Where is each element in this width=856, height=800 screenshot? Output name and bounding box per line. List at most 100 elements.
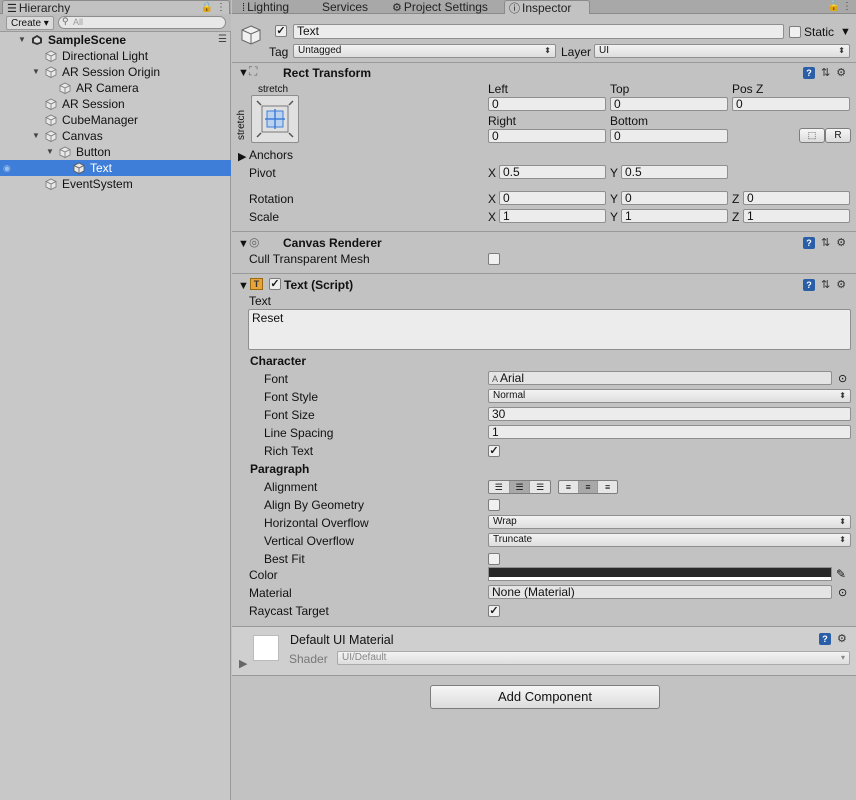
font-style-dropdown[interactable]: Normal ⬍ <box>488 389 851 403</box>
vertical-overflow-dropdown[interactable]: Truncate ⬍ <box>488 533 851 547</box>
lock-icon[interactable]: 🔒 <box>828 1 840 12</box>
hierarchy-panel: ☰ Hierarchy 🔒 ⋮ Create ▾ ⚲ All ▼ SampleSc… <box>0 0 231 800</box>
help-icon[interactable]: ? <box>819 633 831 645</box>
create-button[interactable]: Create ▾ <box>6 16 54 30</box>
hierarchy-search-input[interactable]: ⚲ All <box>58 16 226 29</box>
preset-icon[interactable]: ⇅ <box>821 237 830 249</box>
align-by-geometry-checkbox[interactable] <box>488 499 500 511</box>
tab-services[interactable]: Services <box>318 0 368 14</box>
static-checkbox[interactable] <box>789 26 801 38</box>
tree-item-directional-light[interactable]: Directional Light <box>0 48 231 64</box>
color-swatch[interactable] <box>488 567 832 581</box>
scale-x-field[interactable]: 1 <box>499 209 606 223</box>
rotation-y-field[interactable]: 0 <box>621 191 728 205</box>
material-field[interactable]: None (Material) <box>488 585 832 599</box>
tree-item-ar-session-origin[interactable]: ▼ AR Session Origin <box>0 64 231 80</box>
text-script-enabled-checkbox[interactable]: ✓ <box>269 278 281 290</box>
tab-hierarchy[interactable]: ☰ Hierarchy 🔒 ⋮ <box>2 0 230 15</box>
best-fit-checkbox[interactable] <box>488 553 500 565</box>
layer-dropdown[interactable]: UI ⬍ <box>594 44 850 58</box>
search-icon: ⚲ <box>62 16 69 26</box>
posz-field[interactable]: 0 <box>732 97 850 111</box>
tab-inspector[interactable]: ⓘ Inspector <box>504 0 590 15</box>
anchor-presets-button[interactable] <box>251 95 299 143</box>
tree-item-samplescene[interactable]: ▼ SampleScene ☰ <box>0 32 231 48</box>
tab-project-settings[interactable]: ⚙ Project Settings <box>388 0 488 14</box>
gear-icon[interactable]: ⚙ <box>836 237 846 249</box>
align-left-icon[interactable]: ☰ <box>489 481 510 493</box>
right-field[interactable]: 0 <box>488 129 606 143</box>
static-dropdown-arrow[interactable]: ▼ <box>840 25 851 39</box>
inspector-tabbar: ⁞ Lighting Services ⚙ Project Settings ⓘ In… <box>232 0 856 15</box>
help-icon[interactable]: ? <box>803 237 815 249</box>
material-foldout-arrow-icon[interactable]: ▶ <box>239 657 247 671</box>
rotation-x-field[interactable]: 0 <box>499 191 606 205</box>
align-middle-icon[interactable]: ≡ <box>578 481 599 493</box>
vertical-overflow-label: Vertical Overflow <box>264 534 355 548</box>
foldout-arrow-icon[interactable]: ▼ <box>238 237 249 251</box>
panel-menu-icon[interactable]: ⋮ <box>216 1 226 15</box>
expand-arrow-icon[interactable]: ▼ <box>31 64 41 80</box>
cull-transparent-mesh-checkbox[interactable] <box>488 253 500 265</box>
expand-arrow-icon[interactable]: ▼ <box>17 32 27 48</box>
tree-item-ar-camera[interactable]: AR Camera <box>0 80 231 96</box>
top-field[interactable]: 0 <box>610 97 728 111</box>
anchors-label[interactable]: Anchors <box>249 148 293 162</box>
scale-z-field[interactable]: 1 <box>743 209 850 223</box>
text-content-area[interactable]: Reset <box>248 309 851 350</box>
object-picker-icon[interactable]: ⊙ <box>838 372 847 386</box>
tree-item-cubemanager[interactable]: CubeManager <box>0 112 231 128</box>
expand-arrow-icon[interactable]: ▼ <box>31 128 41 144</box>
tree-item-canvas[interactable]: ▼ Canvas <box>0 128 231 144</box>
gear-icon[interactable]: ⚙ <box>836 279 846 291</box>
shader-dropdown[interactable]: UI/Default ▾ <box>337 651 850 665</box>
font-size-field[interactable]: 30 <box>488 407 851 421</box>
add-component-button[interactable]: Add Component <box>430 685 660 709</box>
component-header-icons: ? ⇅ ⚙ <box>803 236 846 249</box>
align-top-icon[interactable]: ≡ <box>559 481 579 493</box>
object-name-field[interactable]: Text <box>293 24 784 39</box>
horizontal-overflow-dropdown[interactable]: Wrap ⬍ <box>488 515 851 529</box>
align-bottom-icon[interactable]: ≡ <box>598 481 617 493</box>
foldout-arrow-icon[interactable]: ▼ <box>238 66 249 80</box>
pivot-y-field[interactable]: 0.5 <box>621 165 728 179</box>
anchors-foldout-arrow-icon[interactable]: ▶ <box>238 150 246 164</box>
left-field[interactable]: 0 <box>488 97 606 111</box>
tag-dropdown[interactable]: Untagged ⬍ <box>293 44 556 58</box>
eyedropper-icon[interactable]: ✎ <box>836 567 846 581</box>
expand-arrow-icon[interactable]: ▼ <box>45 144 55 160</box>
visibility-eye-icon[interactable]: ◉ <box>3 160 11 176</box>
font-field[interactable]: A Arial <box>488 371 832 385</box>
bottom-field[interactable]: 0 <box>610 129 728 143</box>
raw-edit-button[interactable]: R <box>825 128 851 143</box>
tree-item-button[interactable]: ▼ Button <box>0 144 231 160</box>
rich-text-checkbox[interactable]: ✓ <box>488 445 500 457</box>
object-picker-icon[interactable]: ⊙ <box>838 586 847 600</box>
help-icon[interactable]: ? <box>803 67 815 79</box>
tree-item-text[interactable]: ◉ Text <box>0 160 231 176</box>
line-spacing-field[interactable]: 1 <box>488 425 851 439</box>
align-center-icon[interactable]: ☰ <box>509 481 531 493</box>
active-checkbox[interactable]: ✓ <box>275 25 287 37</box>
gear-icon[interactable]: ⚙ <box>836 67 846 79</box>
lock-icon[interactable]: 🔒 <box>201 1 213 15</box>
align-right-icon[interactable]: ☰ <box>530 481 550 493</box>
help-icon[interactable]: ? <box>803 279 815 291</box>
info-icon: ⓘ <box>509 3 520 15</box>
preset-icon[interactable]: ⇅ <box>821 279 830 291</box>
panel-menu-icon[interactable]: ⋮ <box>842 1 852 12</box>
tab-lighting[interactable]: ⁞ Lighting <box>238 0 289 14</box>
rotation-z-field[interactable]: 0 <box>743 191 850 205</box>
raycast-target-checkbox[interactable]: ✓ <box>488 605 500 617</box>
text-label: Text <box>249 294 272 308</box>
tree-item-ar-session[interactable]: AR Session <box>0 96 231 112</box>
blueprint-mode-button[interactable]: ⬚ <box>799 128 825 143</box>
tree-item-eventsystem[interactable]: EventSystem <box>0 176 231 192</box>
gameobject-cube-icon <box>59 146 71 158</box>
scale-y-field[interactable]: 1 <box>621 209 728 223</box>
foldout-arrow-icon[interactable]: ▼ <box>238 279 249 293</box>
gear-icon[interactable]: ⚙ <box>837 633 847 645</box>
scene-menu-icon[interactable]: ☰ <box>218 32 227 48</box>
preset-icon[interactable]: ⇅ <box>821 67 830 79</box>
pivot-x-field[interactable]: 0.5 <box>499 165 606 179</box>
